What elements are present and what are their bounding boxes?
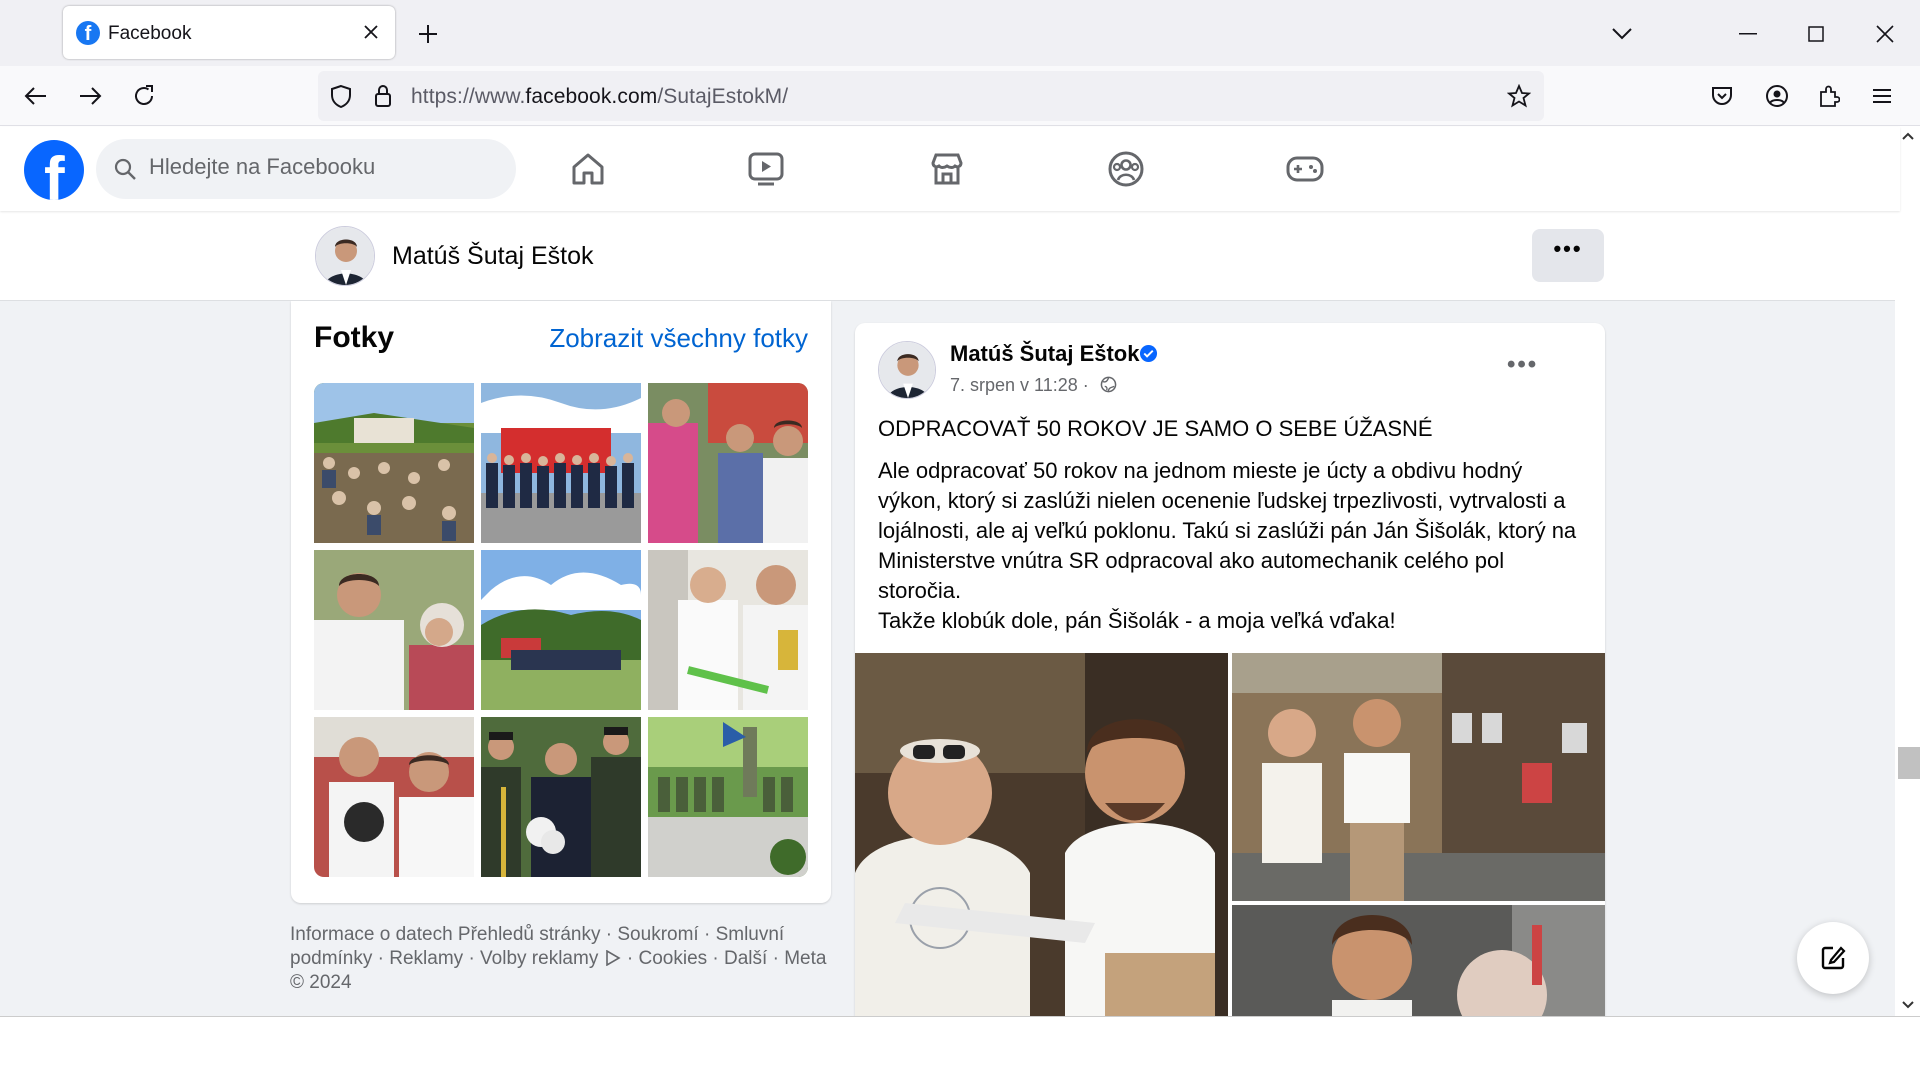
facebook-top-bar: f — [0, 127, 1900, 211]
tab-title: Facebook — [108, 23, 192, 44]
ad-choices-icon[interactable] — [604, 950, 622, 966]
bookmark-star-icon[interactable] — [1506, 83, 1532, 109]
url-text[interactable]: https://www.facebook.com/SutajEstokM/ — [411, 85, 788, 109]
compose-icon — [1819, 944, 1847, 972]
browser-tab-facebook[interactable]: f Facebook — [63, 6, 395, 59]
page-content: Fotky Zobrazit všechny fotky Informace o… — [0, 301, 1895, 1016]
watch-icon[interactable] — [744, 147, 788, 191]
search-icon — [112, 156, 138, 182]
profile-more-button[interactable]: ••• — [1532, 229, 1604, 282]
minimize-icon[interactable] — [1728, 14, 1768, 54]
post-more-button[interactable]: ••• — [1507, 351, 1547, 381]
photos-heading: Fotky — [314, 321, 395, 354]
post-body-closing: Takže klobúk dole, pán Šišolák - a moja … — [878, 608, 1396, 633]
photos-card: Fotky Zobrazit všechny fotky — [291, 301, 831, 903]
forward-arrow-icon[interactable] — [72, 78, 108, 114]
photo-thumbnail-ribbon-cutting[interactable] — [648, 550, 808, 710]
back-arrow-icon[interactable] — [18, 78, 54, 114]
scroll-down-icon[interactable] — [1902, 1000, 1914, 1010]
page-scrollbar[interactable] — [1896, 127, 1920, 1017]
gaming-icon[interactable] — [1283, 147, 1327, 191]
post-image-portrait[interactable] — [1232, 905, 1605, 1016]
new-tab-button[interactable] — [412, 18, 444, 50]
post-image-main[interactable] — [855, 653, 1228, 1016]
photo-thumbnail-man-with-child[interactable] — [314, 717, 474, 877]
browser-tab-bar: f Facebook — [0, 0, 1920, 66]
photo-thumbnail-field-gathering[interactable] — [481, 550, 641, 710]
maximize-icon[interactable] — [1796, 14, 1836, 54]
globe-icon — [1099, 375, 1117, 393]
post-body-paragraph: Ale odpracovať 50 rokov na jednom mieste… — [878, 458, 1577, 603]
lock-icon[interactable] — [370, 83, 396, 109]
pocket-icon[interactable] — [1704, 78, 1740, 114]
list-all-tabs-icon[interactable] — [1602, 14, 1642, 54]
photo-thumbnail-honor-guard[interactable] — [481, 717, 641, 877]
photo-thumbnail-greeting-elderly-woman[interactable] — [314, 550, 474, 710]
photo-thumbnail-handshake-crowd[interactable] — [648, 383, 808, 543]
home-icon[interactable] — [566, 147, 610, 191]
post-author-avatar[interactable] — [878, 341, 936, 399]
facebook-favicon-icon: f — [76, 21, 100, 45]
post-body-text: Ale odpracovať 50 rokov na jednom mieste… — [878, 456, 1583, 636]
close-tab-icon[interactable] — [357, 18, 385, 46]
photos-grid — [314, 383, 808, 877]
shield-icon[interactable] — [328, 83, 354, 109]
verified-badge-icon — [1139, 344, 1158, 363]
marketplace-icon[interactable] — [925, 147, 969, 191]
page-footer: Informace o datech Přehledů stránky · So… — [290, 923, 835, 995]
search-input[interactable] — [149, 154, 489, 180]
extensions-icon[interactable] — [1811, 78, 1847, 114]
post-images — [855, 653, 1605, 1016]
see-all-photos-link[interactable]: Zobrazit všechny fotky — [549, 323, 808, 354]
account-icon[interactable] — [1759, 78, 1795, 114]
photo-thumbnail-festival-crowd[interactable] — [314, 383, 474, 543]
scroll-up-icon[interactable] — [1902, 131, 1914, 141]
scrollbar-thumb[interactable] — [1898, 747, 1920, 779]
browser-nav-bar: https://www.facebook.com/SutajEstokM/ — [0, 66, 1920, 126]
groups-icon[interactable] — [1104, 147, 1148, 191]
post-author-name[interactable]: Matúš Šutaj Eštok — [950, 341, 1139, 367]
menu-hamburger-icon[interactable] — [1864, 78, 1900, 114]
bottom-blank-area — [0, 1016, 1920, 1080]
photo-thumbnail-memorial-ceremony[interactable] — [648, 717, 808, 877]
post-image-workshop[interactable] — [1232, 653, 1605, 901]
reload-icon[interactable] — [126, 78, 162, 114]
facebook-logo[interactable]: f — [24, 140, 84, 200]
new-message-button[interactable] — [1797, 922, 1869, 994]
window-close-icon[interactable] — [1865, 14, 1905, 54]
address-bar[interactable]: https://www.facebook.com/SutajEstokM/ — [318, 71, 1544, 121]
search-box[interactable] — [96, 139, 516, 199]
photo-thumbnail-firefighters-group[interactable] — [481, 383, 641, 543]
post-headline: ODPRACOVAŤ 50 ROKOV JE SAMO O SEBE ÚŽASN… — [878, 416, 1433, 441]
profile-header-strip: Matúš Šutaj Eštok ••• — [0, 211, 1895, 301]
post-card: Matúš Šutaj Eštok 7. srpen v 11:28 · •••… — [855, 323, 1605, 1016]
profile-name[interactable]: Matúš Šutaj Eštok — [392, 242, 593, 271]
profile-avatar[interactable] — [315, 226, 375, 286]
post-timestamp[interactable]: 7. srpen v 11:28 · — [950, 375, 1089, 396]
